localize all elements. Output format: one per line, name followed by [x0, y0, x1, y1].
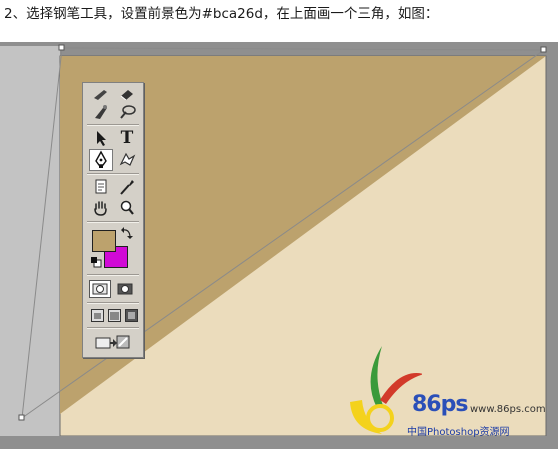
- path-selection-tool[interactable]: [89, 127, 113, 149]
- eyedropper-icon: [120, 180, 134, 195]
- full-screen-menu-mode[interactable]: [106, 307, 122, 323]
- screen-mode-icon: [124, 308, 138, 322]
- hand-icon: [94, 201, 107, 216]
- default-colors-icon[interactable]: [90, 256, 102, 268]
- type-tool[interactable]: T: [115, 127, 139, 149]
- tool-separator: [87, 173, 139, 175]
- arrow-cursor-icon: [97, 131, 106, 146]
- zoom-tool[interactable]: [115, 197, 139, 219]
- anchor-point[interactable]: [58, 44, 65, 51]
- dodge-icon: [120, 105, 136, 119]
- tool-separator: [87, 327, 139, 329]
- custom-shape-icon: [119, 152, 136, 166]
- pen-tool[interactable]: [89, 149, 113, 171]
- zoom-icon: [120, 200, 134, 215]
- eraser-icon: [120, 90, 133, 100]
- notes-tool[interactable]: [89, 176, 113, 198]
- full-screen-mode[interactable]: [123, 307, 139, 323]
- standard-mode-button[interactable]: [89, 280, 111, 298]
- screen-mode-icon: [90, 308, 104, 322]
- swap-colors-icon[interactable]: [121, 227, 133, 239]
- dodge-tool[interactable]: [115, 101, 139, 123]
- watermark-site: www.86ps.com: [470, 404, 546, 415]
- watermark-caption: 中国Photoshop资源网: [407, 427, 510, 438]
- standard-mode-icon: [92, 283, 108, 295]
- tool-row: [87, 176, 141, 198]
- workspace-left-strip: [0, 46, 60, 449]
- tools-palette: T: [82, 82, 144, 358]
- photoshop-screenshot: T 86ps www.86ps.com 中国Photoshop资源网: [0, 42, 558, 449]
- tool-row: T: [87, 127, 141, 149]
- smudge-tool[interactable]: [89, 101, 113, 123]
- tool-separator: [87, 274, 139, 276]
- smudge-icon: [95, 105, 107, 119]
- eyedropper-tool[interactable]: [115, 176, 139, 198]
- tool-row: [87, 149, 141, 171]
- instruction-text: 2、选择钢笔工具，设置前景色为#bca26d，在上面画一个三角，如图：: [4, 6, 439, 22]
- quick-mask-icon: [117, 283, 133, 295]
- tool-row: [87, 197, 141, 219]
- pen-icon: [95, 150, 107, 168]
- anchor-point[interactable]: [540, 46, 547, 53]
- type-tool-glyph: T: [120, 128, 134, 148]
- tool-row: [87, 101, 141, 123]
- hand-tool[interactable]: [89, 197, 113, 219]
- brush-icon: [94, 90, 107, 100]
- tool-separator: [87, 302, 139, 304]
- foreground-color-swatch[interactable]: [92, 230, 116, 252]
- standard-screen-mode[interactable]: [89, 307, 105, 323]
- screen-mode-icon: [107, 308, 121, 322]
- jump-to-imageready-button[interactable]: [91, 332, 135, 352]
- tool-separator: [87, 124, 139, 126]
- quick-mask-button[interactable]: [114, 280, 136, 298]
- watermark-brand: 86ps: [412, 392, 468, 417]
- tool-separator: [87, 221, 139, 223]
- notes-icon: [95, 179, 107, 194]
- anchor-point[interactable]: [18, 414, 25, 421]
- jump-to-icon: [95, 335, 130, 349]
- custom-shape-tool[interactable]: [115, 149, 139, 171]
